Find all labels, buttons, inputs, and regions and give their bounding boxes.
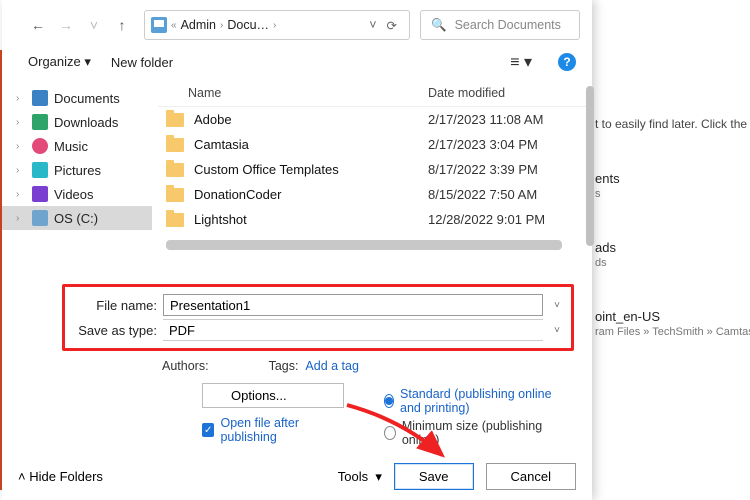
horizontal-scrollbar[interactable] [166, 240, 562, 250]
authors-label: Authors: [162, 359, 209, 373]
breadcrumb-sep: « [171, 20, 177, 31]
tools-menu[interactable]: Tools ▾ [338, 469, 382, 485]
save-type-select[interactable]: PDF [163, 319, 543, 341]
dialog-toolbar: Organize ▾ New folder ≡ ▾ ? [2, 46, 592, 80]
nav-bar: ← → ˅ ↑ « Admin › Docu… › ˅ ⟳ 🔍 Search D… [2, 0, 592, 46]
tags-label: Tags: [269, 359, 299, 373]
filename-dropdown-icon[interactable]: ˅ [549, 300, 565, 311]
highlight-annotation: File name: Presentation1 ˅ Save as type:… [62, 284, 574, 351]
breadcrumb[interactable]: Docu… [227, 18, 269, 32]
tree-item-downloads[interactable]: ›Downloads [2, 110, 152, 134]
list-item[interactable]: Lightshot12/28/2022 9:01 PM [158, 207, 592, 232]
tree-item-documents[interactable]: ›Documents [2, 86, 152, 110]
nav-recent-icon[interactable]: ˅ [82, 13, 106, 37]
column-name[interactable]: Name [188, 86, 428, 100]
refresh-icon[interactable]: ⟳ [387, 18, 397, 33]
radio-standard[interactable]: Standard (publishing online and printing… [384, 387, 554, 415]
organize-button[interactable]: Organize ▾ [28, 54, 91, 70]
list-item[interactable]: Adobe2/17/2023 11:08 AM [158, 107, 592, 132]
new-folder-button[interactable]: New folder [111, 55, 173, 70]
list-item[interactable]: Custom Office Templates8/17/2022 3:39 PM [158, 157, 592, 182]
save-as-dialog: ← → ˅ ↑ « Admin › Docu… › ˅ ⟳ 🔍 Search D… [2, 0, 592, 500]
folder-icon [166, 163, 184, 177]
tree-item-music[interactable]: ›Music [2, 134, 152, 158]
checkbox-checked-icon: ✓ [202, 423, 214, 437]
folder-icon [166, 188, 184, 202]
radio-minimum[interactable]: Minimum size (publishing online) [384, 419, 554, 447]
background-hint-text: t to easily find later. Click the pin [595, 117, 750, 131]
breadcrumb[interactable]: Admin [181, 18, 216, 32]
list-item[interactable]: DonationCoder8/15/2022 7:50 AM [158, 182, 592, 207]
vertical-scrollbar[interactable] [586, 86, 594, 246]
column-headers[interactable]: Name Date modified [158, 80, 592, 107]
file-name-label: File name: [71, 298, 157, 313]
nav-tree: ›Documents ›Downloads ›Music ›Pictures ›… [2, 80, 152, 276]
search-placeholder: Search Documents [455, 18, 561, 32]
background-item: ents s [595, 171, 750, 200]
background-item: oint_en-US ram Files » TechSmith » Camta… [595, 309, 750, 338]
tree-item-videos[interactable]: ›Videos [2, 182, 152, 206]
column-date[interactable]: Date modified [428, 86, 588, 100]
cancel-button[interactable]: Cancel [486, 463, 576, 490]
view-mode-button[interactable]: ≡ ▾ [504, 50, 538, 74]
tree-item-pictures[interactable]: ›Pictures [2, 158, 152, 182]
pictures-icon [32, 162, 48, 178]
file-name-input[interactable]: Presentation1 [163, 294, 543, 316]
nav-up-icon[interactable]: ↑ [110, 13, 134, 37]
options-button[interactable]: Options... [202, 383, 344, 408]
videos-icon [32, 186, 48, 202]
downloads-icon [32, 114, 48, 130]
list-item[interactable]: Camtasia2/17/2023 3:04 PM [158, 132, 592, 157]
address-bar[interactable]: « Admin › Docu… › ˅ ⟳ [144, 10, 410, 40]
chevron-right-icon: › [273, 20, 276, 31]
chevron-right-icon: › [220, 20, 223, 31]
folder-icon [166, 113, 184, 127]
background-panel: t to easily find later. Click the pin en… [590, 0, 750, 500]
save-type-label: Save as type: [71, 323, 157, 338]
drive-icon [32, 210, 48, 226]
open-after-checkbox[interactable]: ✓ Open file after publishing [202, 416, 344, 444]
search-icon: 🔍 [431, 18, 447, 33]
file-list-pane: Name Date modified Adobe2/17/2023 11:08 … [152, 80, 592, 276]
folder-icon [166, 213, 184, 227]
help-icon[interactable]: ? [558, 53, 576, 71]
documents-icon [32, 90, 48, 106]
dialog-footer: ˄ Hide Folders Tools ▾ Save Cancel [2, 457, 592, 500]
radio-checked-icon [384, 394, 394, 408]
search-input[interactable]: 🔍 Search Documents [420, 10, 580, 40]
nav-forward-icon[interactable]: → [54, 13, 78, 37]
dialog-body: ›Documents ›Downloads ›Music ›Pictures ›… [2, 80, 592, 276]
drive-icon [151, 17, 167, 33]
background-item: ads ds [595, 240, 750, 269]
hide-folders-button[interactable]: ˄ Hide Folders [18, 469, 103, 484]
savetype-dropdown-icon[interactable]: ˅ [549, 325, 565, 336]
nav-back-icon[interactable]: ← [26, 13, 50, 37]
save-form: File name: Presentation1 ˅ Save as type:… [2, 276, 592, 457]
music-icon [32, 138, 48, 154]
folder-icon [166, 138, 184, 152]
radio-unchecked-icon [384, 426, 396, 440]
add-tag-link[interactable]: Add a tag [305, 359, 359, 373]
save-button[interactable]: Save [394, 463, 474, 490]
address-dropdown-icon[interactable]: ˅ [369, 18, 376, 33]
tree-item-os-drive[interactable]: ›OS (C:) [2, 206, 152, 230]
